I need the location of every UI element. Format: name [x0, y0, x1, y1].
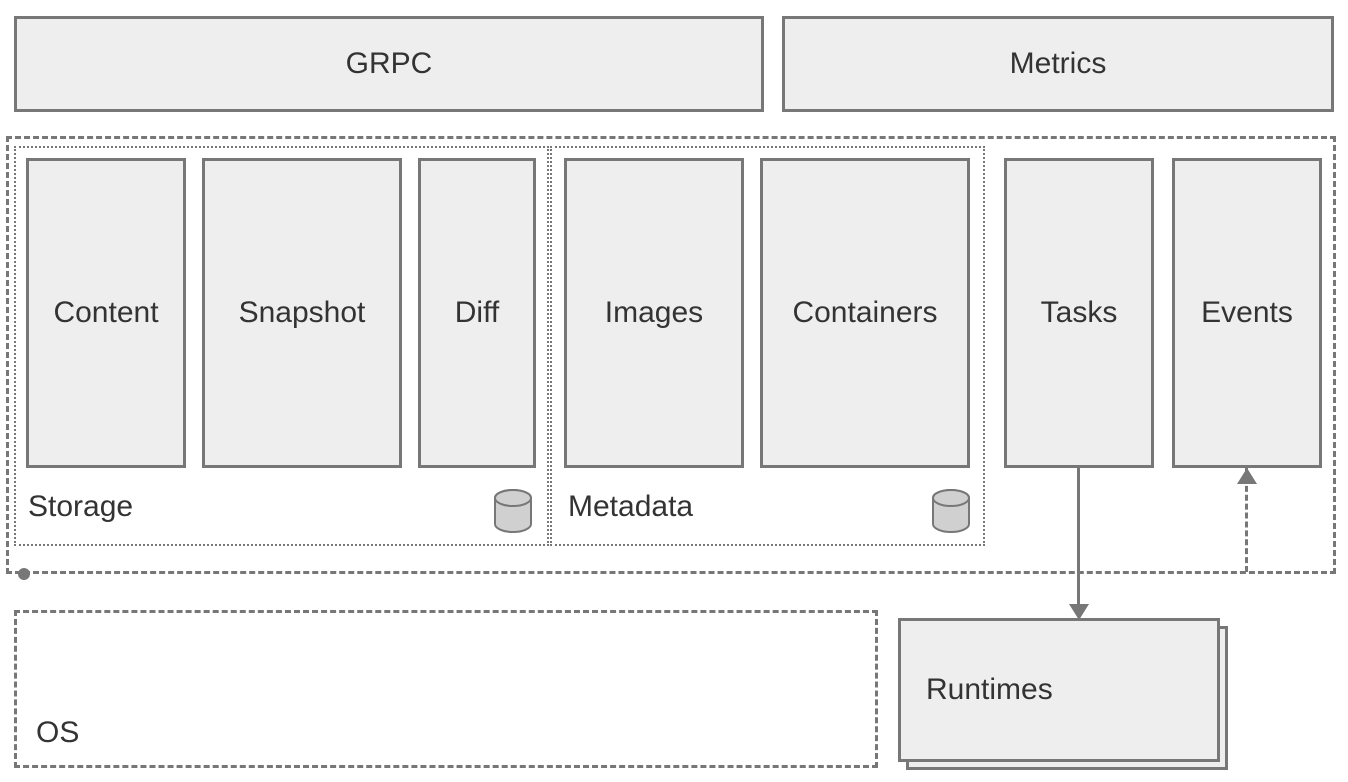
- metrics-label: Metrics: [1010, 47, 1107, 81]
- metadata-label: Metadata: [568, 490, 693, 524]
- os-box: [14, 610, 878, 768]
- storage-db-icon: [492, 488, 534, 534]
- storage-label: Storage: [28, 490, 133, 524]
- containers-box: Containers: [760, 158, 970, 468]
- events-arrowhead: [1237, 468, 1257, 484]
- tasks-label: Tasks: [1041, 296, 1118, 330]
- events-label: Events: [1201, 296, 1293, 330]
- content-box: Content: [26, 158, 186, 468]
- runtimes-front: Runtimes: [898, 618, 1220, 762]
- connector-dot: [18, 568, 30, 580]
- content-label: Content: [53, 296, 158, 330]
- events-box: Events: [1172, 158, 1322, 468]
- runtimes-label: Runtimes: [926, 673, 1053, 707]
- grpc-label: GRPC: [346, 47, 433, 81]
- tasks-box: Tasks: [1004, 158, 1154, 468]
- diff-box: Diff: [418, 158, 536, 468]
- snapshot-box: Snapshot: [202, 158, 402, 468]
- metrics-box: Metrics: [782, 16, 1334, 112]
- runtimes-box: Runtimes: [898, 618, 1220, 762]
- tasks-to-runtimes-line: [1077, 468, 1080, 608]
- diff-label: Diff: [455, 296, 499, 330]
- grpc-box: GRPC: [14, 16, 764, 112]
- images-label: Images: [605, 296, 703, 330]
- snapshot-label: Snapshot: [239, 296, 366, 330]
- metadata-db-icon: [930, 488, 972, 534]
- images-box: Images: [564, 158, 744, 468]
- containers-label: Containers: [792, 296, 937, 330]
- os-label: OS: [36, 716, 79, 750]
